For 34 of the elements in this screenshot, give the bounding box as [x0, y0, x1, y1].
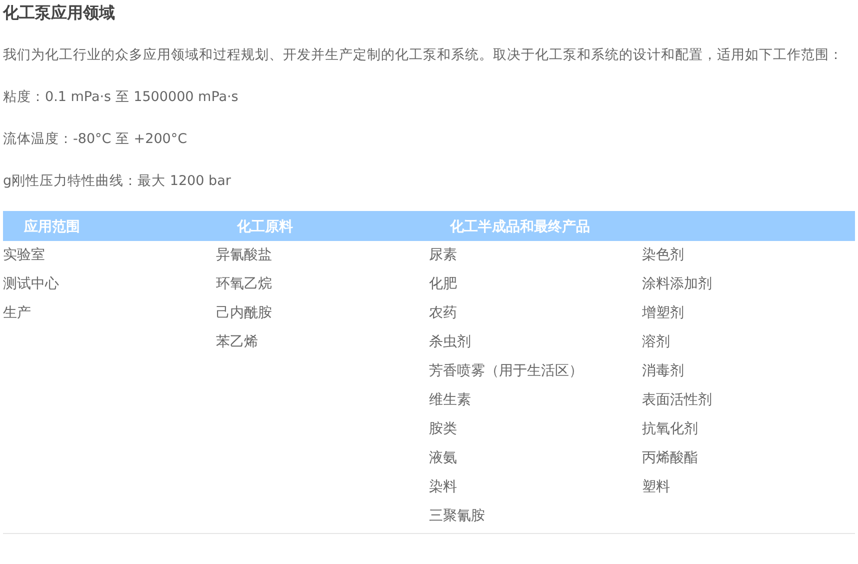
table-cell: 消毒剂	[642, 363, 684, 379]
table-cell: 塑料	[642, 479, 670, 495]
table-cell: 生产	[3, 305, 31, 321]
column-header: 化工半成品和最终产品	[450, 219, 590, 235]
table-cell: 农药	[429, 305, 457, 321]
table-cell: 染色剂	[642, 247, 684, 263]
table-cell: 染料	[429, 479, 457, 495]
table-cell: 苯乙烯	[216, 334, 258, 350]
table-cell: 表面活性剂	[642, 392, 712, 408]
column-header: 应用范围	[24, 219, 80, 235]
table-cell: 己内酰胺	[216, 305, 272, 321]
table-cell: 增塑剂	[642, 305, 684, 321]
table-cell: 环氧乙烷	[216, 276, 272, 292]
table-cell: 实验室	[3, 247, 45, 263]
table-cell: 液氨	[429, 450, 457, 466]
table-cell: 丙烯酸酯	[642, 450, 698, 466]
table-cell: 涂料添加剂	[642, 276, 712, 292]
page-heading: 化工泵应用领域	[3, 2, 116, 24]
table-cell: 三聚氰胺	[429, 508, 485, 524]
table-cell: 杀虫剂	[429, 334, 471, 350]
paragraph: 流体温度：-80°C 至 +200°C	[3, 130, 188, 149]
paragraph: g刚性压力特性曲线：最大 1200 bar	[3, 172, 232, 191]
column-header: 化工原料	[237, 219, 293, 235]
paragraph: 我们为化工行业的众多应用领域和过程规划、开发并生产定制的化工泵和系统。取决于化工泵和系统的设计和配置，适用如下工作范围：	[3, 46, 844, 65]
table-cell: 溶剂	[642, 334, 670, 350]
table-cell: 尿素	[429, 247, 457, 263]
table-cell: 测试中心	[3, 276, 59, 292]
table-cell: 芳香喷雾（用于生活区）	[429, 363, 583, 379]
table-cell: 异氰酸盐	[216, 247, 272, 263]
table-cell: 维生素	[429, 392, 471, 408]
table-cell: 胺类	[429, 421, 457, 437]
table-cell: 化肥	[429, 276, 457, 292]
paragraph: 粘度：0.1 mPa·s 至 1500000 mPa·s	[3, 88, 240, 107]
table-cell: 抗氧化剂	[642, 421, 698, 437]
